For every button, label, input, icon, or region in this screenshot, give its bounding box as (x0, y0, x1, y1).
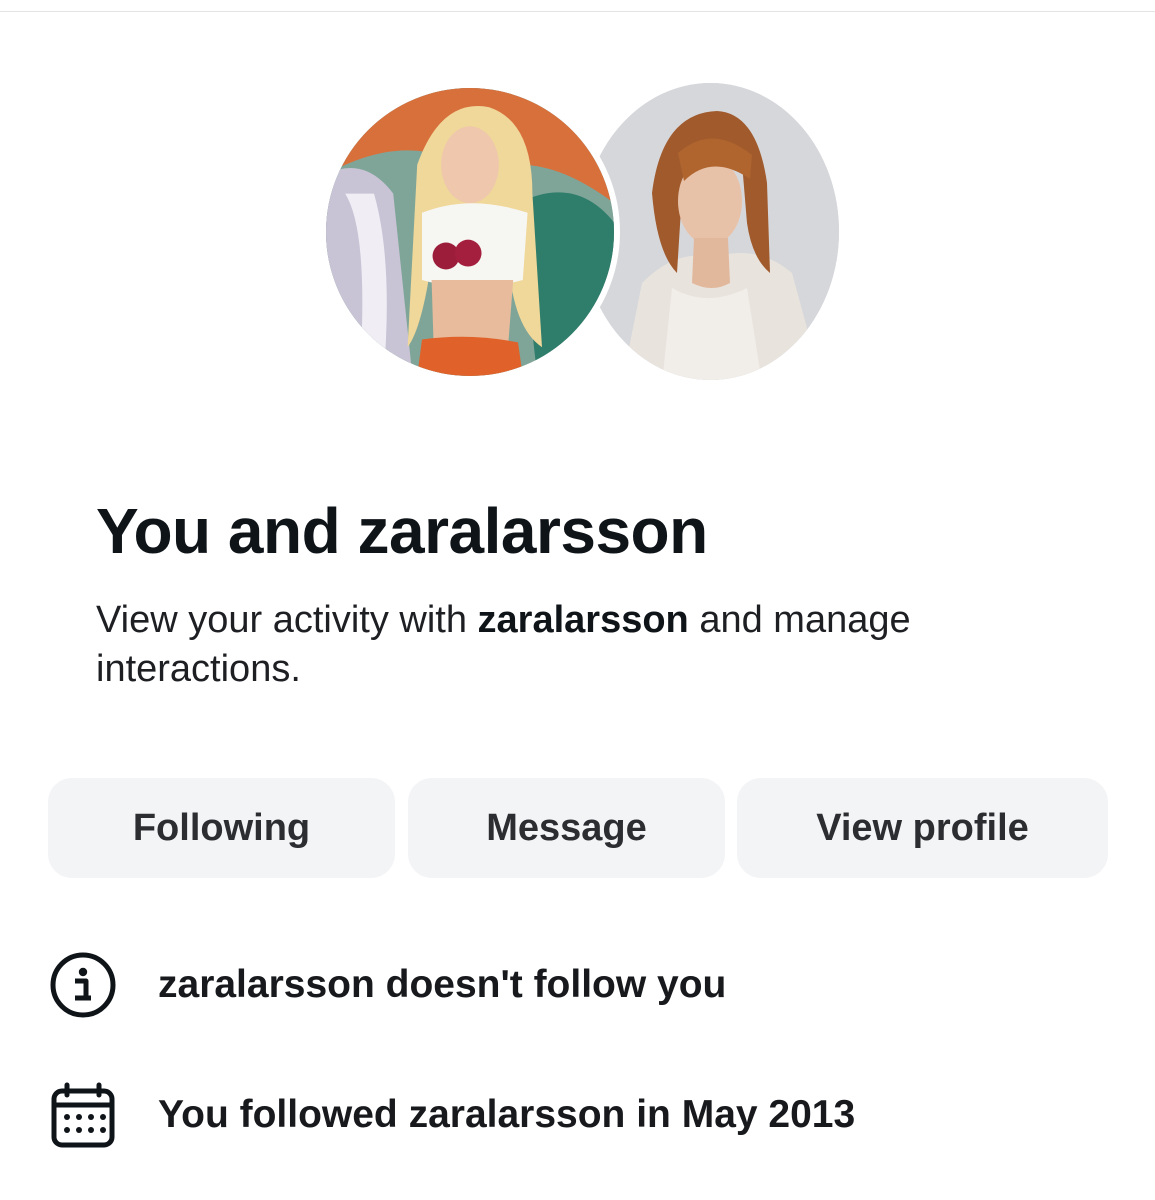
info-icon (48, 950, 118, 1020)
follow-status-text: zaralarsson doesn't follow you (158, 963, 727, 1006)
calendar-icon (48, 1080, 118, 1150)
message-button[interactable]: Message (408, 778, 725, 878)
subtitle-prefix: View your activity with (96, 599, 478, 641)
followed-since-row: You followed zaralarsson in May 2013 (48, 1080, 855, 1150)
avatar-zaralarsson[interactable] (320, 82, 620, 382)
avatar-group (320, 82, 840, 382)
subtitle-username: zaralarsson (477, 599, 689, 641)
avatar-you[interactable] (582, 83, 839, 380)
page-subtitle: View your activity with zaralarsson and … (96, 596, 1046, 694)
followed-since-text: You followed zaralarsson in May 2013 (158, 1093, 856, 1136)
follow-status-row: zaralarsson doesn't follow you (48, 950, 726, 1020)
view-profile-button[interactable]: View profile (737, 778, 1108, 878)
page-title: You and zaralarsson (96, 495, 708, 567)
avatar-zaralarsson-image (326, 88, 614, 376)
avatar-you-image (582, 83, 839, 380)
following-button[interactable]: Following (48, 778, 395, 878)
top-divider (0, 11, 1155, 12)
